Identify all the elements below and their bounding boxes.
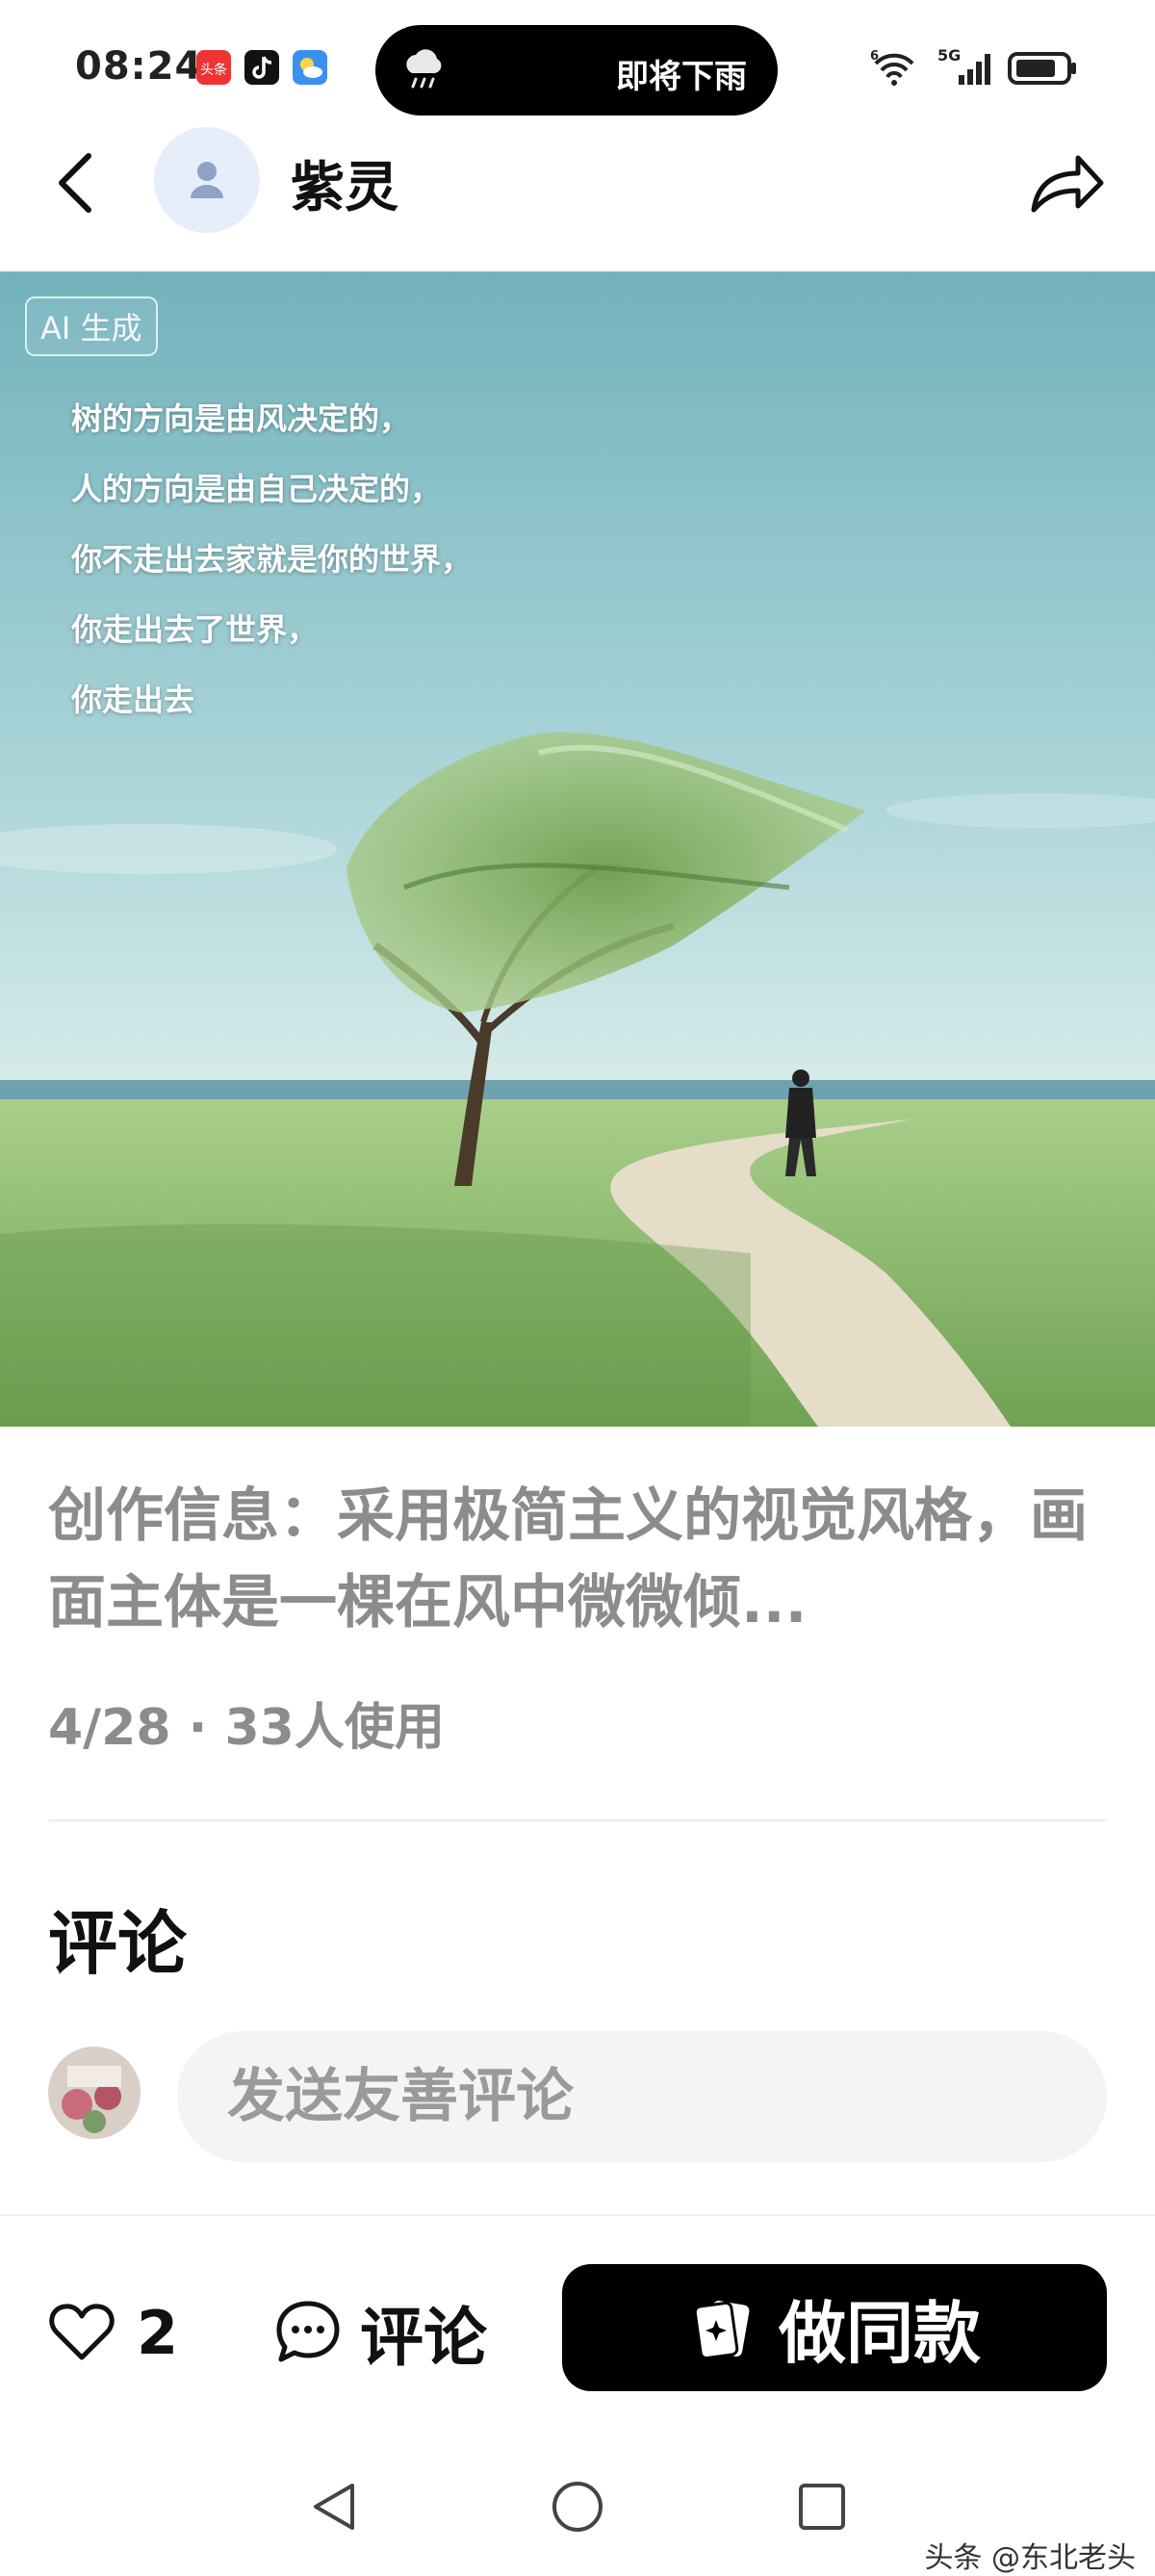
status-bar: 08:24 头条 即将下雨 6 5G — [0, 0, 1155, 135]
weather-icon — [293, 50, 327, 85]
nav-back-icon[interactable] — [306, 2478, 360, 2536]
like-button[interactable]: 2 — [48, 2291, 178, 2374]
current-user-avatar[interactable] — [48, 2047, 141, 2139]
comment-button[interactable]: 评论 — [273, 2291, 487, 2375]
make-same-button[interactable]: 做同款 — [562, 2264, 1107, 2391]
svg-text:头条: 头条 — [200, 62, 227, 78]
heart-icon — [49, 2304, 115, 2360]
make-same-label: 做同款 — [779, 2293, 981, 2373]
author-avatar[interactable] — [154, 127, 260, 233]
like-count: 2 — [137, 2297, 179, 2368]
creation-info-text[interactable]: 创作信息：采用极简主义的视觉风格，画面主体是一棵在风中微微倾... — [48, 1473, 1107, 1646]
divider — [0, 2214, 1155, 2216]
wifi-icon: 6 — [870, 49, 914, 86]
ai-generated-badge: AI 生成 — [25, 296, 158, 356]
comment-label: 评论 — [360, 2301, 487, 2375]
share-button[interactable] — [1026, 144, 1105, 221]
svg-text:6: 6 — [870, 49, 879, 64]
nav-recents-icon[interactable] — [795, 2478, 849, 2536]
date-usage-meta: 4/28 · 33人使用 — [48, 1699, 445, 1757]
chevron-left-icon — [59, 153, 91, 213]
landscape-illustration — [0, 271, 1155, 1427]
user-avatar-image — [48, 2047, 141, 2139]
poem-line: 你走出去 — [71, 682, 195, 718]
watermark: 头条 @东北老头 — [924, 2541, 1136, 2575]
signal-icon: 5G — [937, 46, 993, 89]
poem-line: 树的方向是由风决定的， — [71, 400, 411, 437]
user-silhouette-icon — [191, 162, 223, 198]
poem-line: 你不走出去家就是你的世界， — [71, 541, 473, 578]
battery-icon — [1008, 52, 1076, 85]
divider — [48, 1819, 1107, 1821]
nav-home-icon[interactable] — [549, 2478, 606, 2536]
dynamic-island[interactable]: 即将下雨 — [375, 25, 778, 116]
comments-heading: 评论 — [48, 1903, 188, 1984]
comment-bubble-icon — [276, 2301, 340, 2362]
system-icons: 6 5G — [870, 46, 1078, 89]
share-icon — [1031, 155, 1104, 213]
ai-generated-image[interactable] — [0, 271, 1155, 1427]
poem-line: 你走出去了世界， — [71, 611, 319, 648]
island-text: 即将下雨 — [616, 58, 747, 96]
cards-sparkle-icon — [693, 2301, 750, 2360]
back-button[interactable] — [50, 144, 108, 221]
toutiao-icon: 头条 — [196, 50, 231, 85]
rain-icon — [406, 49, 442, 89]
status-time: 08:24 — [75, 44, 203, 89]
douyin-icon — [244, 50, 279, 85]
poem-line: 人的方向是由自己决定的， — [71, 471, 442, 507]
comment-input[interactable] — [177, 2031, 1107, 2162]
author-name[interactable]: 紫灵 — [291, 144, 398, 222]
